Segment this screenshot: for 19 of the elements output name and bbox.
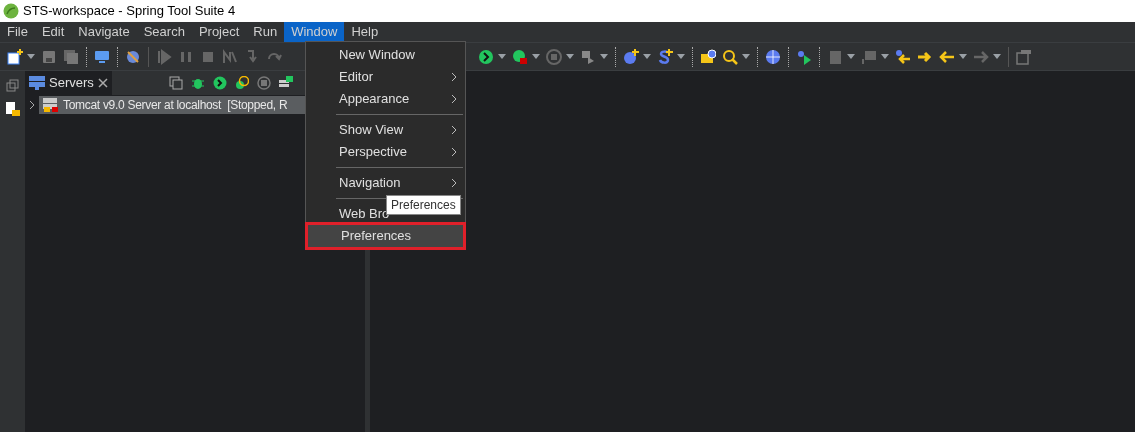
tab-label: Servers	[49, 74, 94, 93]
server-label: Tomcat v9.0 Server at localhost [Stopped, R	[63, 97, 288, 114]
menu-item[interactable]: Navigate	[71, 22, 137, 42]
window-title: STS-workspace - Spring Tool Suite 4	[23, 2, 236, 21]
menu-entry[interactable]: Perspective	[306, 141, 465, 163]
menu-entry[interactable]: Editor	[306, 66, 465, 88]
menu-entry[interactable]: Preferences	[308, 225, 463, 247]
menu-item[interactable]: File	[0, 22, 35, 42]
menu-item[interactable]: Window	[284, 22, 345, 42]
menu-item[interactable]: Edit	[34, 22, 72, 42]
menu-item[interactable]: Help	[344, 22, 386, 42]
menu-entry[interactable]: New Window	[306, 44, 465, 66]
menu-item[interactable]: Run	[246, 22, 285, 42]
servers-tab[interactable]: Servers	[25, 71, 112, 95]
menu-entry[interactable]: Navigation	[306, 172, 465, 194]
menu-item[interactable]: Project	[191, 22, 247, 42]
tooltip: Preferences	[386, 195, 461, 215]
menu-item[interactable]: Search	[136, 22, 192, 42]
menu-entry[interactable]: Show View	[306, 119, 465, 141]
